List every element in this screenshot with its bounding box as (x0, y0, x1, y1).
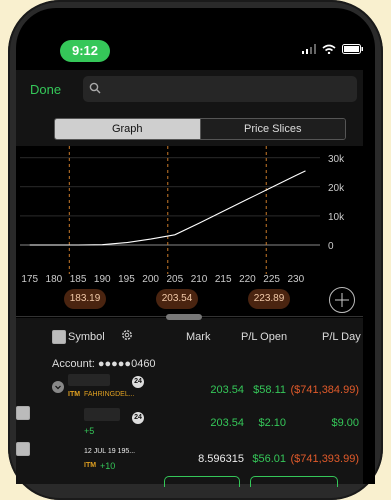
bottom-action-button[interactable] (164, 476, 240, 487)
days-badge: 24 (132, 376, 144, 388)
reference-label-mid: 203.54 (156, 289, 198, 309)
gear-icon[interactable] (120, 328, 134, 342)
y-tick-label: 20k (328, 183, 345, 194)
days-badge: 24 (132, 412, 144, 424)
search-field[interactable] (83, 76, 357, 102)
reference-label-high: 223.89 (248, 289, 290, 309)
x-tick-label: 190 (94, 274, 111, 285)
y-tick-label: 30k (328, 154, 345, 165)
itm-tag: ITM (84, 462, 97, 469)
x-tick-label: 200 (142, 274, 159, 285)
y-tick-label: 10k (328, 212, 345, 223)
account-label: Account: ●●●●●0460 (52, 358, 156, 370)
x-tick-label: 205 (166, 274, 183, 285)
pl-open-value: $56.01 (252, 453, 286, 465)
x-tick-label: 225 (263, 274, 280, 285)
crosshair-icon (335, 293, 349, 307)
notch (112, 8, 280, 34)
row-checkbox[interactable] (16, 442, 30, 456)
bottom-action-button[interactable] (250, 476, 338, 487)
redacted-symbol (84, 408, 120, 421)
x-tick-label: 210 (191, 274, 208, 285)
mark-value: 203.54 (210, 384, 244, 396)
done-button[interactable]: Done (30, 82, 61, 97)
signal-icon (302, 44, 316, 54)
tab-price-slices[interactable]: Price Slices (199, 119, 345, 139)
wifi-icon (322, 44, 336, 54)
position-row[interactable]: 12 JUL 19 195... ITM +10 8.596315 $56.01… (16, 442, 363, 474)
col-symbol[interactable]: Symbol (68, 331, 105, 343)
x-tick-label: 185 (70, 274, 87, 285)
select-all-checkbox[interactable] (52, 330, 66, 344)
redacted-symbol (68, 374, 110, 386)
pl-day-value: ($741,393.99) (290, 453, 360, 465)
x-tick-label: 180 (46, 274, 63, 285)
pl-day-value: $9.00 (331, 417, 359, 429)
search-icon (89, 82, 101, 94)
quantity-value: +5 (84, 426, 95, 436)
quantity-value: +10 (100, 461, 116, 471)
view-segmented-control: Graph Price Slices (54, 118, 346, 140)
x-tick-label: 230 (287, 274, 304, 285)
y-tick-label: 0 (328, 241, 334, 252)
col-pl-day[interactable]: P/L Day (322, 331, 361, 343)
pl-open-value: $58.11 (253, 384, 286, 396)
row-checkbox[interactable] (16, 406, 30, 420)
collapse-icon[interactable] (52, 381, 64, 393)
reference-label-low: 183.19 (64, 289, 106, 309)
position-description: FAHRINGDEL... (84, 391, 135, 398)
status-time: 9:12 (60, 40, 110, 62)
x-tick-label: 220 (239, 274, 256, 285)
tab-graph[interactable]: Graph (55, 119, 200, 139)
position-row[interactable]: 24 +5 203.54 $2.10 $9.00 (16, 406, 363, 438)
pl-day-value: ($741,384.99) (290, 384, 360, 396)
position-description: 12 JUL 19 195... (84, 448, 136, 455)
chart-crosshair-button[interactable] (329, 287, 355, 313)
position-row[interactable]: 24 ITM FAHRINGDEL... 203.54 $58.11 ($741… (16, 372, 363, 404)
itm-tag: ITM (68, 391, 81, 398)
mark-value: 8.596315 (198, 453, 244, 465)
positions-header: Symbol Mark P/L Open P/L Day (16, 322, 363, 348)
col-pl-open[interactable]: P/L Open (241, 331, 287, 343)
pl-open-value: $2.10 (258, 417, 286, 429)
x-tick-label: 215 (215, 274, 232, 285)
x-tick-label: 195 (118, 274, 135, 285)
top-bar: Done (16, 70, 363, 112)
x-tick-label: 175 (21, 274, 38, 285)
col-mark[interactable]: Mark (186, 331, 210, 343)
resize-handle[interactable] (166, 314, 202, 320)
battery-icon (342, 44, 363, 54)
app: Done Graph Price Slices 30k 20k 10k 0 175 180… (16, 70, 363, 487)
mark-value: 203.54 (210, 417, 244, 429)
status-icons (302, 44, 364, 54)
